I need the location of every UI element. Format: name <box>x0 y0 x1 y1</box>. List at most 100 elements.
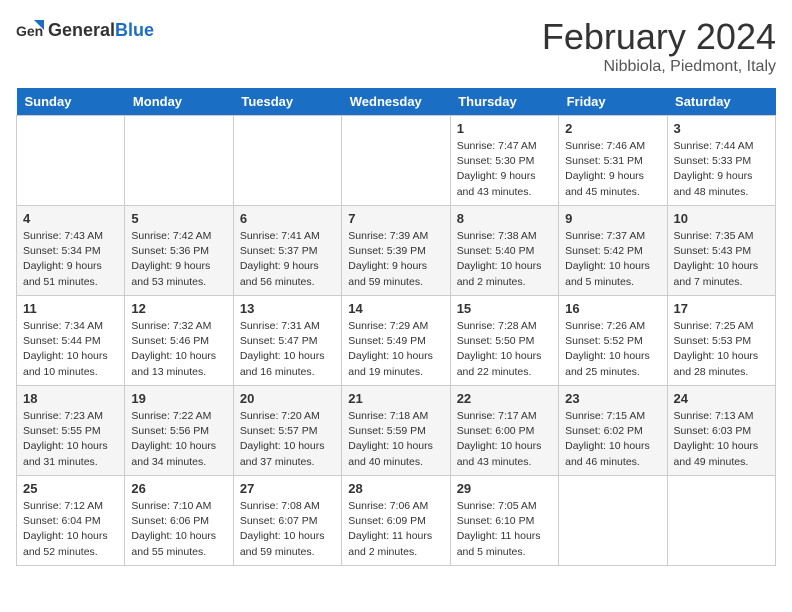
calendar-cell: 7 Sunrise: 7:39 AM Sunset: 5:39 PM Daylig… <box>342 206 450 296</box>
day-number: 7 <box>348 211 443 226</box>
day-number: 23 <box>565 391 660 406</box>
logo-icon: Gen <box>16 16 44 44</box>
calendar-cell: 12 Sunrise: 7:32 AM Sunset: 5:46 PM Dayli… <box>125 296 233 386</box>
header-cell-monday: Monday <box>125 88 233 116</box>
header-cell-wednesday: Wednesday <box>342 88 450 116</box>
calendar-cell: 16 Sunrise: 7:26 AM Sunset: 5:52 PM Dayli… <box>559 296 667 386</box>
day-number: 16 <box>565 301 660 316</box>
day-number: 12 <box>131 301 226 316</box>
calendar-table: SundayMondayTuesdayWednesdayThursdayFrid… <box>16 88 776 566</box>
header-cell-sunday: Sunday <box>17 88 125 116</box>
header-cell-thursday: Thursday <box>450 88 558 116</box>
calendar-cell: 9Sunrise: 7:37 AM Sunset: 5:42 PM Daylig… <box>559 206 667 296</box>
calendar-cell: 13 Sunrise: 7:31 AM Sunset: 5:47 PM Dayli… <box>233 296 341 386</box>
day-number: 6 <box>240 211 335 226</box>
calendar-cell <box>233 116 341 206</box>
day-number: 24 <box>674 391 769 406</box>
day-info: Sunrise: 7:42 AM Sunset: 5:36 PM Dayligh… <box>131 229 226 290</box>
calendar-cell: 1Sunrise: 7:47 AM Sunset: 5:30 PM Daylig… <box>450 116 558 206</box>
calendar-cell: 25 Sunrise: 7:12 AM Sunset: 6:04 PM Dayli… <box>17 476 125 566</box>
day-info: Sunrise: 7:46 AM Sunset: 5:31 PM Dayligh… <box>565 139 660 200</box>
calendar-body: 1Sunrise: 7:47 AM Sunset: 5:30 PM Daylig… <box>17 116 776 566</box>
calendar-cell <box>559 476 667 566</box>
calendar-cell: 21 Sunrise: 7:18 AM Sunset: 5:59 PM Dayli… <box>342 386 450 476</box>
day-number: 26 <box>131 481 226 496</box>
day-number: 20 <box>240 391 335 406</box>
calendar-cell: 3 Sunrise: 7:44 AM Sunset: 5:33 PM Daylig… <box>667 116 775 206</box>
header-cell-friday: Friday <box>559 88 667 116</box>
calendar-cell: 15 Sunrise: 7:28 AM Sunset: 5:50 PM Dayli… <box>450 296 558 386</box>
logo-text-general: General <box>48 20 115 40</box>
day-number: 4 <box>23 211 118 226</box>
day-number: 15 <box>457 301 552 316</box>
day-info: Sunrise: 7:15 AM Sunset: 6:02 PM Dayligh… <box>565 409 660 470</box>
calendar-cell: 27Sunrise: 7:08 AM Sunset: 6:07 PM Dayli… <box>233 476 341 566</box>
day-number: 29 <box>457 481 552 496</box>
day-number: 8 <box>457 211 552 226</box>
day-info: Sunrise: 7:17 AM Sunset: 6:00 PM Dayligh… <box>457 409 552 470</box>
week-row-0: 1Sunrise: 7:47 AM Sunset: 5:30 PM Daylig… <box>17 116 776 206</box>
header-row: SundayMondayTuesdayWednesdayThursdayFrid… <box>17 88 776 116</box>
calendar-cell: 24 Sunrise: 7:13 AM Sunset: 6:03 PM Dayli… <box>667 386 775 476</box>
day-info: Sunrise: 7:22 AM Sunset: 5:56 PM Dayligh… <box>131 409 226 470</box>
day-number: 22 <box>457 391 552 406</box>
calendar-cell <box>667 476 775 566</box>
logo-text-blue: Blue <box>115 20 154 40</box>
header: Gen GeneralBlue February 2024 Nibbiola, … <box>16 16 776 76</box>
day-number: 25 <box>23 481 118 496</box>
calendar-cell: 19 Sunrise: 7:22 AM Sunset: 5:56 PM Dayli… <box>125 386 233 476</box>
calendar-cell: 23 Sunrise: 7:15 AM Sunset: 6:02 PM Dayli… <box>559 386 667 476</box>
calendar-cell <box>342 116 450 206</box>
day-info: Sunrise: 7:35 AM Sunset: 5:43 PM Dayligh… <box>674 229 769 290</box>
day-number: 5 <box>131 211 226 226</box>
day-info: Sunrise: 7:38 AM Sunset: 5:40 PM Dayligh… <box>457 229 552 290</box>
header-cell-saturday: Saturday <box>667 88 775 116</box>
calendar-cell: 11Sunrise: 7:34 AM Sunset: 5:44 PM Dayli… <box>17 296 125 386</box>
day-info: Sunrise: 7:43 AM Sunset: 5:34 PM Dayligh… <box>23 229 118 290</box>
day-number: 18 <box>23 391 118 406</box>
day-info: Sunrise: 7:26 AM Sunset: 5:52 PM Dayligh… <box>565 319 660 380</box>
week-row-3: 18 Sunrise: 7:23 AM Sunset: 5:55 PM Dayli… <box>17 386 776 476</box>
day-number: 13 <box>240 301 335 316</box>
day-info: Sunrise: 7:47 AM Sunset: 5:30 PM Dayligh… <box>457 139 552 200</box>
day-info: Sunrise: 7:39 AM Sunset: 5:39 PM Dayligh… <box>348 229 443 290</box>
day-info: Sunrise: 7:13 AM Sunset: 6:03 PM Dayligh… <box>674 409 769 470</box>
day-info: Sunrise: 7:10 AM Sunset: 6:06 PM Dayligh… <box>131 499 226 560</box>
calendar-cell: 17 Sunrise: 7:25 AM Sunset: 5:53 PM Dayli… <box>667 296 775 386</box>
week-row-2: 11Sunrise: 7:34 AM Sunset: 5:44 PM Dayli… <box>17 296 776 386</box>
day-info: Sunrise: 7:23 AM Sunset: 5:55 PM Dayligh… <box>23 409 118 470</box>
calendar-cell: 5 Sunrise: 7:42 AM Sunset: 5:36 PM Daylig… <box>125 206 233 296</box>
calendar-cell: 10 Sunrise: 7:35 AM Sunset: 5:43 PM Dayli… <box>667 206 775 296</box>
day-number: 10 <box>674 211 769 226</box>
day-number: 21 <box>348 391 443 406</box>
day-info: Sunrise: 7:44 AM Sunset: 5:33 PM Dayligh… <box>674 139 769 200</box>
day-info: Sunrise: 7:12 AM Sunset: 6:04 PM Dayligh… <box>23 499 118 560</box>
svg-text:Gen: Gen <box>16 23 43 39</box>
day-info: Sunrise: 7:41 AM Sunset: 5:37 PM Dayligh… <box>240 229 335 290</box>
day-number: 14 <box>348 301 443 316</box>
day-info: Sunrise: 7:18 AM Sunset: 5:59 PM Dayligh… <box>348 409 443 470</box>
day-number: 19 <box>131 391 226 406</box>
calendar-cell: 8 Sunrise: 7:38 AM Sunset: 5:40 PM Daylig… <box>450 206 558 296</box>
day-number: 9 <box>565 211 660 226</box>
day-info: Sunrise: 7:29 AM Sunset: 5:49 PM Dayligh… <box>348 319 443 380</box>
header-cell-tuesday: Tuesday <box>233 88 341 116</box>
day-info: Sunrise: 7:05 AM Sunset: 6:10 PM Dayligh… <box>457 499 552 560</box>
day-number: 3 <box>674 121 769 136</box>
day-info: Sunrise: 7:06 AM Sunset: 6:09 PM Dayligh… <box>348 499 443 560</box>
calendar-cell: 28Sunrise: 7:06 AM Sunset: 6:09 PM Dayli… <box>342 476 450 566</box>
calendar-cell: 29 Sunrise: 7:05 AM Sunset: 6:10 PM Dayli… <box>450 476 558 566</box>
day-info: Sunrise: 7:25 AM Sunset: 5:53 PM Dayligh… <box>674 319 769 380</box>
calendar-cell: 26 Sunrise: 7:10 AM Sunset: 6:06 PM Dayli… <box>125 476 233 566</box>
calendar-cell: 6 Sunrise: 7:41 AM Sunset: 5:37 PM Daylig… <box>233 206 341 296</box>
day-info: Sunrise: 7:32 AM Sunset: 5:46 PM Dayligh… <box>131 319 226 380</box>
day-number: 27 <box>240 481 335 496</box>
calendar-cell: 18 Sunrise: 7:23 AM Sunset: 5:55 PM Dayli… <box>17 386 125 476</box>
day-info: Sunrise: 7:28 AM Sunset: 5:50 PM Dayligh… <box>457 319 552 380</box>
day-info: Sunrise: 7:20 AM Sunset: 5:57 PM Dayligh… <box>240 409 335 470</box>
day-number: 17 <box>674 301 769 316</box>
day-number: 11 <box>23 301 118 316</box>
day-info: Sunrise: 7:31 AM Sunset: 5:47 PM Dayligh… <box>240 319 335 380</box>
subtitle: Nibbiola, Piedmont, Italy <box>542 58 776 76</box>
calendar-cell: 4 Sunrise: 7:43 AM Sunset: 5:34 PM Daylig… <box>17 206 125 296</box>
